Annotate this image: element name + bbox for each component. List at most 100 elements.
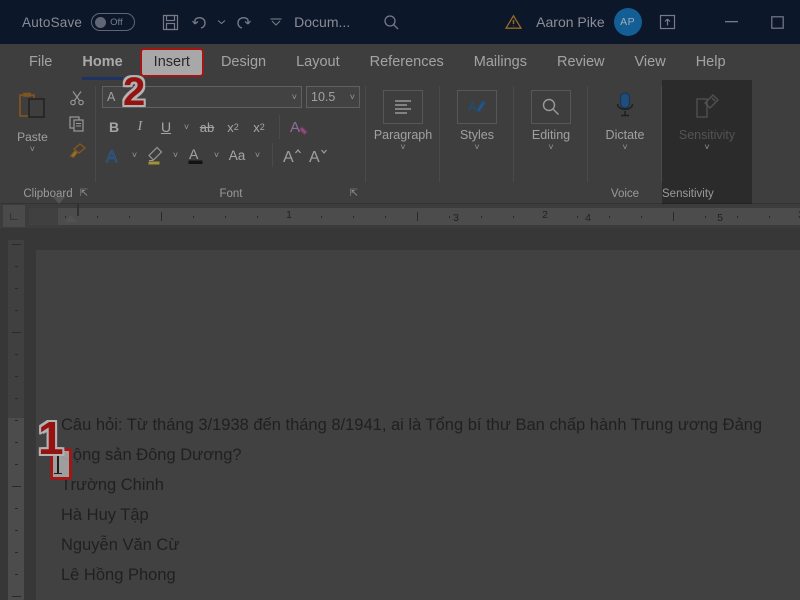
styles-icon: A: [457, 90, 497, 124]
bold-button[interactable]: B: [102, 115, 126, 139]
document-page[interactable]: Câu hỏi: Từ tháng 3/1938 đến tháng 8/194…: [36, 250, 800, 600]
document-line[interactable]: Cộng sản Đông Dương?: [61, 440, 800, 470]
autosave-toggle[interactable]: Off: [91, 13, 135, 31]
text-highlight-icon[interactable]: [143, 143, 167, 167]
shrink-font-button[interactable]: A: [307, 143, 331, 167]
horizontal-ruler[interactable]: ∟ 1 2 3: [0, 204, 800, 228]
font-color-chevron-down-icon[interactable]: ˅: [210, 143, 223, 167]
editing-button[interactable]: Editing ˅: [514, 80, 588, 152]
italic-button[interactable]: I: [128, 115, 152, 139]
ruler-tick: [481, 216, 482, 218]
ribbon-group-paragraph: Paragraph ˅: [366, 80, 440, 204]
document-line[interactable]: Câu hỏi: Từ tháng 3/1938 đến tháng 8/194…: [61, 410, 800, 440]
minimize-button[interactable]: [708, 0, 754, 44]
tab-design[interactable]: Design: [208, 48, 279, 77]
editing-find-icon: [531, 90, 571, 124]
document-line[interactable]: Hà Huy Tập: [61, 500, 800, 530]
document-line[interactable]: Nguyễn Văn Cừ: [61, 530, 800, 560]
dictate-button[interactable]: Dictate ˅: [588, 80, 662, 152]
subscript-button[interactable]: x2: [221, 115, 245, 139]
underline-button[interactable]: U: [154, 115, 178, 139]
warning-icon[interactable]: [498, 7, 528, 37]
chevron-down-icon[interactable]: ˅: [289, 92, 297, 102]
ruler-tick: [97, 216, 98, 218]
document-line[interactable]: Trường Chinh: [61, 470, 800, 500]
text-effects-button[interactable]: A: [102, 143, 126, 167]
quick-access-more-icon[interactable]: [268, 7, 284, 37]
scissors-icon[interactable]: [69, 90, 85, 111]
font-divider: [279, 115, 280, 139]
first-line-indent-marker[interactable]: [53, 197, 65, 215]
left-tab-stop-icon[interactable]: ∟: [3, 205, 25, 227]
avatar[interactable]: AP: [614, 8, 642, 36]
hanging-indent-marker[interactable]: [65, 204, 77, 222]
tab-references[interactable]: References: [357, 48, 457, 77]
maximize-button[interactable]: [754, 0, 800, 44]
left-indent-marker[interactable]: [77, 203, 79, 216]
sensitivity-label-icon: [687, 90, 727, 124]
change-case-button[interactable]: Aa: [225, 143, 249, 167]
chevron-down-icon[interactable]: ˅: [347, 92, 355, 102]
search-icon[interactable]: [376, 7, 406, 37]
ruler-tick: [577, 216, 578, 218]
format-painter-icon[interactable]: [69, 142, 86, 163]
ribbon-display-options-icon[interactable]: [652, 7, 682, 37]
highlight-chevron-down-icon[interactable]: ˅: [169, 143, 182, 167]
document-line[interactable]: Lê Hồng Phong: [61, 560, 800, 590]
redo-icon[interactable]: [228, 7, 258, 37]
tab-layout[interactable]: Layout: [283, 48, 353, 77]
tab-view[interactable]: View: [622, 48, 679, 77]
svg-text:A: A: [283, 149, 294, 165]
vertical-ruler[interactable]: [8, 240, 24, 600]
vruler-tick: [15, 288, 18, 289]
font-size-value: 10.5: [311, 90, 347, 104]
clipboard-controls: Paste ˅: [6, 86, 96, 163]
paste-button[interactable]: Paste ˅: [6, 86, 59, 163]
undo-dropdown-chevron-icon[interactable]: [215, 7, 228, 37]
copy-icon[interactable]: [69, 116, 85, 137]
ruler-bar[interactable]: 1 2 3: [29, 208, 800, 225]
undo-icon[interactable]: [185, 7, 215, 37]
dictate-chevron-down-icon[interactable]: ˅: [622, 142, 627, 152]
document-canvas[interactable]: Câu hỏi: Từ tháng 3/1938 đến tháng 8/194…: [0, 228, 800, 600]
tab-file[interactable]: File: [16, 48, 65, 77]
save-icon[interactable]: [155, 7, 185, 37]
indent-markers-icon[interactable]: [53, 205, 79, 215]
svg-text:A: A: [468, 99, 477, 114]
editing-chevron-down-icon[interactable]: ˅: [548, 142, 553, 152]
text-effects-chevron-down-icon[interactable]: ˅: [128, 143, 141, 167]
styles-chevron-down-icon[interactable]: ˅: [474, 142, 479, 152]
tab-review[interactable]: Review: [544, 48, 618, 77]
underline-chevron-down-icon[interactable]: ˅: [180, 115, 193, 139]
vruler-tick: [15, 464, 18, 465]
sensitivity-button[interactable]: Sensitivity ˅: [662, 80, 752, 204]
font-group-label: Font: [96, 188, 366, 200]
paragraph-chevron-down-icon[interactable]: ˅: [400, 142, 405, 152]
ruler-tick: [129, 216, 130, 218]
paragraph-icon: [383, 90, 423, 124]
tab-mailings[interactable]: Mailings: [461, 48, 540, 77]
vruler-tick: [12, 596, 21, 597]
vruler-tick: [15, 508, 18, 509]
ribbon: Paste ˅: [0, 80, 800, 204]
strikethrough-button[interactable]: ab: [195, 115, 219, 139]
clear-formatting-icon[interactable]: A: [288, 115, 312, 139]
font-color-button[interactable]: A: [184, 143, 208, 167]
grow-font-button[interactable]: A: [281, 143, 305, 167]
autosave-label: AutoSave: [22, 15, 82, 30]
font-size-combo[interactable]: 10.5 ˅: [306, 86, 360, 108]
tab-insert[interactable]: Insert: [140, 48, 204, 77]
superscript-button[interactable]: x2: [247, 115, 271, 139]
tab-help[interactable]: Help: [683, 48, 739, 77]
document-body-text[interactable]: Câu hỏi: Từ tháng 3/1938 đến tháng 8/194…: [61, 410, 800, 590]
paragraph-button[interactable]: Paragraph ˅: [366, 80, 440, 152]
font-dialog-launcher-icon[interactable]: ⇱: [350, 188, 358, 199]
annotation-marker-2: 2: [123, 72, 145, 112]
clipboard-dialog-launcher-icon[interactable]: ⇱: [80, 188, 88, 199]
sensitivity-chevron-down-icon[interactable]: ˅: [704, 142, 709, 152]
paste-chevron-down-icon[interactable]: ˅: [30, 144, 35, 154]
styles-button[interactable]: A Styles ˅: [440, 80, 514, 152]
change-case-chevron-down-icon[interactable]: ˅: [251, 143, 264, 167]
autosave-toggle-knob: [95, 17, 106, 28]
ruler-tick: [449, 216, 450, 218]
